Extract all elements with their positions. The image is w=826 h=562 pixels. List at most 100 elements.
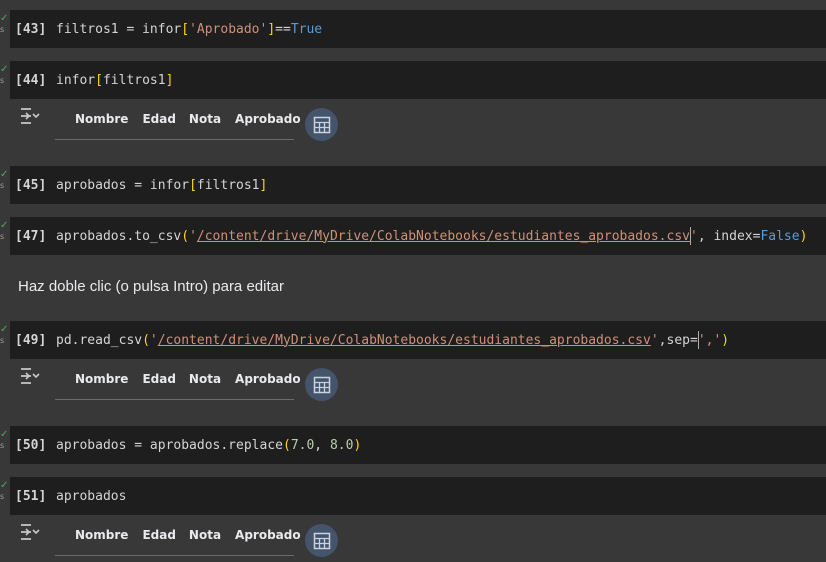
- code-token: ): [721, 332, 730, 348]
- cell-output: Nombre Edad Nota Aprobado: [0, 360, 826, 406]
- code-token: ]: [259, 177, 268, 193]
- check-icon: ✓: [0, 13, 9, 24]
- code-token: aprobados.to_csv: [56, 228, 182, 244]
- code-line[interactable]: infor[filtros1]: [56, 61, 173, 99]
- code-editor[interactable]: [51] aprobados: [10, 477, 826, 515]
- code-cell-43[interactable]: ✓ s [43] filtros1 = infor['Aprobado'] == T…: [0, 10, 826, 48]
- code-editor[interactable]: [43] filtros1 = infor['Aprobado'] == True: [10, 10, 826, 48]
- code-editor[interactable]: [45] aprobados = infor[filtros1]: [10, 166, 826, 204]
- output-toggle-icon[interactable]: [19, 521, 41, 543]
- code-line[interactable]: aprobados = aprobados.replace(7.0, 8.0): [56, 426, 361, 464]
- code-token: (: [142, 332, 150, 348]
- run-status[interactable]: ✓ s: [0, 321, 10, 359]
- code-string: 'Aprobado': [189, 21, 268, 37]
- run-status[interactable]: ✓ s: [0, 477, 10, 515]
- code-string: ': [149, 332, 158, 348]
- exec-time: s: [0, 492, 5, 501]
- column-header: Edad: [142, 372, 176, 386]
- code-token: , index=: [697, 228, 761, 244]
- output-toggle-icon[interactable]: [19, 105, 41, 127]
- code-line[interactable]: aprobados = infor[filtros1]: [56, 166, 267, 204]
- code-line[interactable]: aprobados: [56, 477, 126, 515]
- code-number: 8.0: [329, 437, 354, 453]
- column-header: Nombre: [75, 528, 129, 542]
- code-keyword: False: [760, 228, 800, 244]
- run-status[interactable]: ✓ s: [0, 61, 10, 99]
- code-token: [: [189, 177, 197, 193]
- check-icon: ✓: [0, 324, 9, 335]
- column-header: Aprobado: [235, 372, 301, 386]
- cell-output: Nombre Edad Nota Aprobado: [0, 100, 826, 146]
- code-editor[interactable]: [50] aprobados = aprobados.replace(7.0, …: [10, 426, 826, 464]
- exec-time: s: [0, 232, 5, 241]
- exec-count: [50]: [15, 437, 47, 453]
- table-icon: [313, 532, 330, 549]
- exec-count: [51]: [15, 488, 47, 504]
- code-cell-51[interactable]: ✓ s [51] aprobados: [0, 477, 826, 515]
- check-icon: ✓: [0, 169, 9, 180]
- dataframe-header: Nombre Edad Nota Aprobado: [55, 528, 301, 556]
- code-cell-50[interactable]: ✓ s [50] aprobados = aprobados.replace(7…: [0, 426, 826, 464]
- code-token: (: [181, 228, 190, 244]
- code-token: pd.read_csv: [56, 332, 143, 348]
- file-path-link[interactable]: /content/drive/MyDrive/ColabNotebooks/es…: [158, 333, 651, 348]
- code-editor[interactable]: [49] pd.read_csv('/content/drive/MyDrive…: [10, 321, 826, 359]
- table-view-button[interactable]: [305, 368, 338, 401]
- code-line[interactable]: filtros1 = infor['Aprobado'] == True: [56, 10, 322, 48]
- run-status[interactable]: ✓ s: [0, 217, 10, 255]
- column-header: Nombre: [75, 372, 129, 386]
- code-cell-47[interactable]: ✓ s [47] aprobados.to_csv( '/content/driv…: [0, 217, 826, 255]
- exec-time: s: [0, 181, 5, 190]
- exec-count: [49]: [15, 332, 47, 348]
- code-string: ',': [697, 332, 722, 348]
- check-icon: ✓: [0, 429, 9, 440]
- code-number: 7.0: [290, 437, 315, 453]
- dataframe-header: Nombre Edad Nota Aprobado: [55, 372, 301, 400]
- table-view-button[interactable]: [305, 524, 338, 557]
- check-icon: ✓: [0, 480, 9, 491]
- code-token: ): [353, 437, 362, 453]
- code-token: (: [282, 437, 291, 453]
- table-icon: [313, 116, 330, 133]
- check-icon: ✓: [0, 64, 9, 75]
- file-path-link[interactable]: /content/drive/MyDrive/ColabNotebooks/es…: [197, 229, 690, 244]
- code-cell-44[interactable]: ✓ s [44] infor[filtros1]: [0, 61, 826, 99]
- output-toggle-icon[interactable]: [19, 365, 41, 387]
- code-line[interactable]: pd.read_csv('/content/drive/MyDrive/Cola…: [56, 321, 729, 359]
- code-token: aprobados = infor: [56, 177, 190, 193]
- code-editor[interactable]: [44] infor[filtros1]: [10, 61, 826, 99]
- code-token: ): [799, 228, 808, 244]
- code-string: ': [650, 332, 659, 348]
- column-header: Aprobado: [235, 528, 301, 542]
- exec-time: s: [0, 336, 5, 345]
- exec-count: [45]: [15, 177, 47, 193]
- code-token: filtros1 = infor: [56, 21, 182, 37]
- table-icon: [313, 376, 330, 393]
- run-status[interactable]: ✓ s: [0, 166, 10, 204]
- run-status[interactable]: ✓ s: [0, 10, 10, 48]
- column-header: Edad: [142, 528, 176, 542]
- column-header: Edad: [142, 112, 176, 126]
- code-token: [: [181, 21, 190, 37]
- cell-output: Nombre Edad Nota Aprobado: [0, 516, 826, 562]
- column-header: Nombre: [75, 112, 129, 126]
- exec-count: [43]: [15, 21, 47, 37]
- exec-time: s: [0, 76, 5, 85]
- code-keyword: True: [290, 21, 323, 37]
- dataframe-header: Nombre Edad Nota Aprobado: [55, 112, 301, 140]
- code-line[interactable]: aprobados.to_csv( '/content/drive/MyDrive…: [56, 217, 807, 255]
- code-token: ]: [267, 21, 276, 37]
- exec-count: [47]: [15, 228, 47, 244]
- markdown-cell[interactable]: Haz doble clic (o pulsa Intro) para edit…: [18, 278, 284, 295]
- code-token: filtros1: [196, 177, 260, 193]
- table-view-button[interactable]: [305, 108, 338, 141]
- column-header: Nota: [188, 528, 222, 542]
- code-token: ]: [165, 72, 174, 88]
- code-cell-45[interactable]: ✓ s [45] aprobados = infor[filtros1]: [0, 166, 826, 204]
- code-token: ,: [314, 437, 330, 453]
- code-editor[interactable]: [47] aprobados.to_csv( '/content/drive/My…: [10, 217, 826, 255]
- code-cell-49[interactable]: ✓ s [49] pd.read_csv('/content/drive/MyD…: [0, 321, 826, 359]
- exec-time: s: [0, 25, 5, 34]
- run-status[interactable]: ✓ s: [0, 426, 10, 464]
- code-string: ': [689, 228, 698, 244]
